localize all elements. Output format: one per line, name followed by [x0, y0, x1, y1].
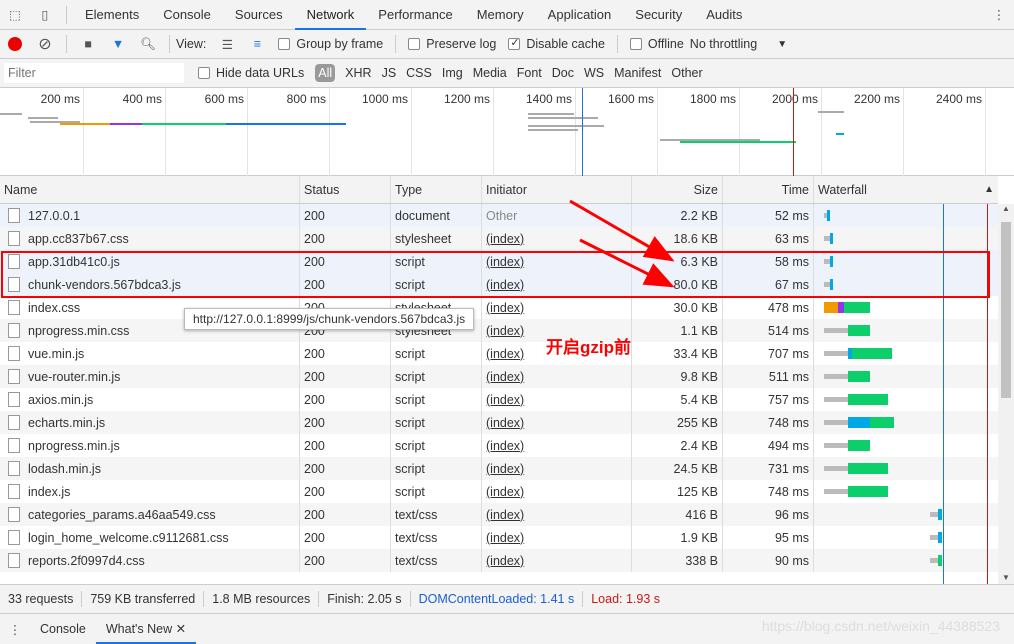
status-bar: 33 requests 759 KB transferred 1.8 MB re…: [0, 584, 1014, 614]
finish-time: Finish: 2.05 s: [319, 591, 411, 607]
close-icon[interactable]: ✕: [176, 622, 186, 636]
drawer-menu-icon[interactable]: ⋮: [3, 617, 27, 641]
transferred-size: 759 KB transferred: [82, 591, 205, 607]
url-tooltip: http://127.0.0.1:8999/js/chunk-vendors.5…: [184, 308, 475, 330]
drawer-tab-console[interactable]: Console: [30, 622, 96, 636]
requests-count: 33 requests: [0, 591, 83, 607]
arrow-annotations: [569, 199, 675, 288]
annotation-text: 开启gzip前: [546, 338, 631, 357]
watermark: https://blog.csdn.net/weixin_44388523: [761, 618, 1000, 634]
dom-content-loaded: DOMContentLoaded: 1.41 s: [411, 591, 584, 607]
resources-size: 1.8 MB resources: [204, 591, 320, 607]
load-time: Load: 1.93 s: [591, 592, 661, 606]
drawer-tab-whats-new[interactable]: What's New ✕: [95, 614, 197, 644]
arrow-annotation: [579, 238, 675, 288]
arrow-annotation: [569, 199, 675, 262]
